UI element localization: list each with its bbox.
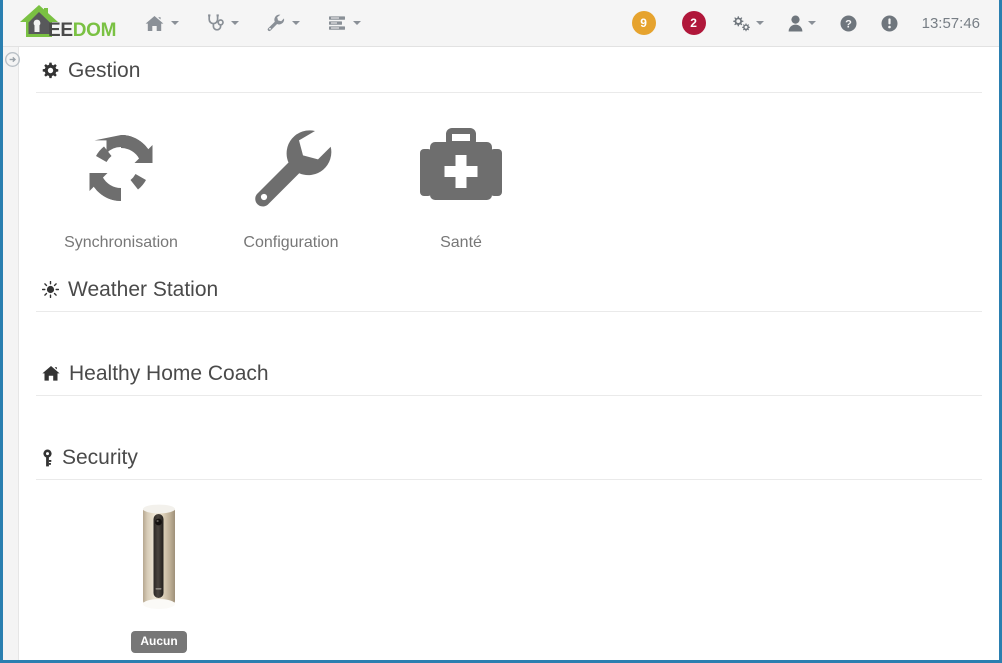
device-card[interactable]: Aucun WelcomIris [84,498,234,660]
key-icon [42,449,53,467]
home-icon [42,365,60,382]
management-shortcuts: Synchronisation Configuration Santé [36,93,982,266]
section-title: Weather Station [68,278,219,302]
home-icon [145,15,164,31]
question-circle-icon: ? [840,15,857,31]
stethoscope-icon [208,14,224,31]
brand-wordmark: EEDOM [48,21,116,40]
section-header-healthy-home-coach[interactable]: Healthy Home Coach [36,350,982,397]
clock: 13:57:46 [921,14,980,32]
list-server-icon [329,16,345,30]
section-header-security[interactable]: Security [36,434,982,481]
netatmo-welcome-camera [143,504,175,609]
shortcut-synchronisation[interactable]: Synchronisation [36,115,206,252]
security-device-grid: Aucun WelcomIris [36,480,982,660]
nav-tools[interactable] [253,8,314,38]
warning-badge-wrap: 9 [619,11,669,35]
section-header-weather-station[interactable]: Weather Station [36,266,982,313]
shortcut-label: Santé [440,234,482,252]
chevron-down-icon [755,21,764,25]
left-rail [3,47,19,660]
main-content: Gestion Synchronisation Configuration Sa… [19,47,999,660]
info-circle-icon [881,15,898,31]
status-badge: Aucun [131,631,187,653]
wrench-icon [249,115,333,220]
jeedom-logo[interactable]: EEDOM [17,3,116,43]
section-title: Gestion [68,59,141,82]
chevron-down-icon [807,21,816,25]
nav-plugins[interactable] [314,9,375,37]
svg-text:?: ? [845,18,852,30]
shortcut-label: Synchronisation [64,234,178,252]
shortcut-configuration[interactable]: Configuration [206,115,376,252]
chevron-down-icon [231,21,239,25]
section-header-gestion[interactable]: Gestion [36,47,982,94]
error-badge[interactable]: 2 [681,11,706,35]
navbar-right-group: 9 2 ? 13:57:46 [619,9,999,38]
section-title: Security [62,446,138,470]
nav-analysis[interactable] [193,8,253,38]
gear-icon [42,62,59,79]
wrench-icon [267,14,285,32]
chevron-down-icon [292,21,300,25]
nav-help[interactable]: ? [828,9,869,38]
main-nav [131,8,375,38]
sun-icon [42,281,59,299]
device-image [84,498,234,613]
sidebar-toggle-button[interactable] [3,48,21,70]
warning-badge[interactable]: 9 [631,11,656,35]
nav-user[interactable] [776,9,828,38]
section-body-weather-station [36,312,982,350]
chevron-down-icon [171,21,179,25]
section-body-healthy-home-coach [36,396,982,434]
user-icon [788,15,803,31]
shortcut-sante[interactable]: Santé [376,115,546,252]
medkit-icon [419,115,503,220]
nav-info[interactable] [869,9,910,38]
brand-text-accent: DOM [72,20,117,41]
device-name: WelcomIris [119,658,199,660]
arrow-circle-right-icon [4,51,20,67]
section-title: Healthy Home Coach [69,362,269,386]
brand-text-dark: EE [48,20,73,41]
cogs-icon [732,15,750,31]
chevron-down-icon [353,21,361,25]
app-window: EEDOM 9 2 ? 13:57:46 Gestion Synchronisa… [0,0,1002,663]
nav-settings[interactable] [719,9,776,38]
nav-home[interactable] [131,9,193,38]
refresh-sync-icon [79,115,163,220]
error-badge-wrap: 2 [669,11,719,35]
top-navbar: EEDOM 9 2 ? 13:57:46 [3,0,999,47]
shortcut-label: Configuration [243,234,339,252]
